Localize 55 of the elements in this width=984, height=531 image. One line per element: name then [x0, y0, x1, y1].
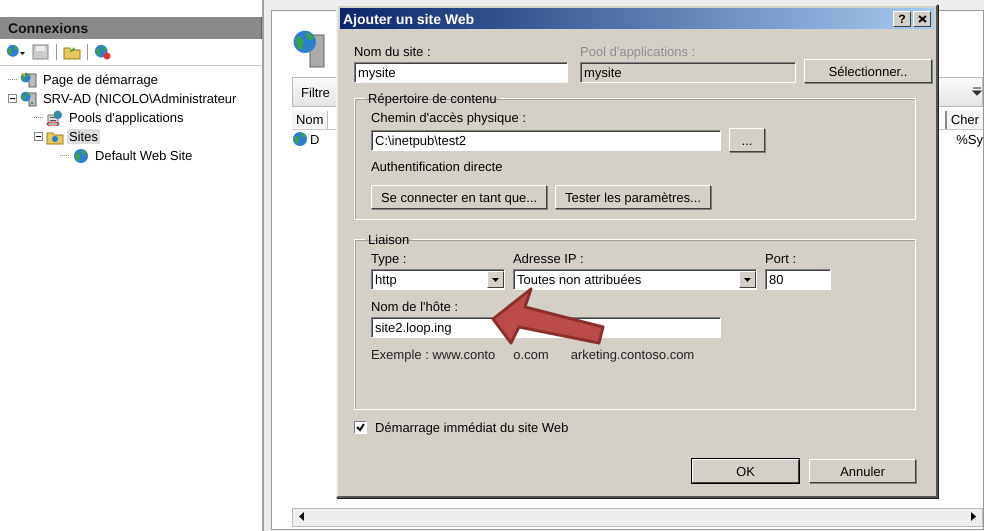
field-label: Nom du site : [354, 44, 432, 59]
field-label: Nom de l'hôte : [371, 299, 460, 314]
field-label: Chemin d'accès physique : [371, 110, 527, 125]
tree-item[interactable]: Page de démarrage [41, 72, 160, 87]
action-button[interactable]: Tester les paramètres... [555, 185, 711, 209]
disconnect-globe-icon[interactable] [94, 44, 112, 60]
site-name-field[interactable]: mysite [354, 62, 568, 83]
check-icon [356, 423, 365, 432]
save-icon[interactable] [32, 44, 50, 60]
dialog-button[interactable]: Annuler [809, 459, 916, 483]
example-text: o.com [513, 347, 549, 362]
auth-label: Authentification directe [371, 159, 504, 174]
select-button[interactable]: Sélectionner.. [804, 59, 932, 83]
globe-icon [292, 131, 308, 147]
panel-title: Connexions [0, 17, 262, 39]
field-label: Port : [765, 251, 798, 266]
globe-icon [72, 148, 90, 164]
close-button[interactable] [913, 10, 931, 26]
checkbox-label: Démarrage immédiat du site Web [375, 420, 568, 435]
action-button[interactable]: Se connecter en tant que... [371, 185, 548, 209]
filter-label[interactable]: Filtre [301, 84, 330, 100]
group-title: Liaison [367, 232, 410, 247]
checkbox[interactable] [354, 421, 367, 434]
ip-dropdown[interactable]: Toutes non attribuées [513, 269, 757, 290]
close-icon[interactable] [918, 14, 926, 22]
dropdown-arrow-icon[interactable] [744, 278, 751, 282]
column-header[interactable]: Cher [944, 111, 983, 129]
dropdown-icon[interactable] [972, 87, 982, 97]
field-label: Pool d'applications : [580, 44, 696, 59]
tree-item[interactable]: Pools d'applications [67, 110, 186, 125]
port-field[interactable]: 80 [765, 269, 831, 290]
tree-item[interactable]: SRV-AD (NICOLO\Administrateur [41, 91, 238, 106]
group-title: Répertoire de contenu [367, 91, 498, 106]
window-title: Ajouter un site Web [343, 10, 474, 26]
dialog-button[interactable]: OK [692, 459, 799, 483]
app-pool-icon [46, 110, 64, 126]
tree-item[interactable]: Sites [67, 129, 100, 144]
server-globe-icon [20, 90, 38, 106]
type-dropdown[interactable]: http [371, 269, 505, 290]
table-cell: D [310, 132, 320, 146]
browse-button[interactable]: ... [729, 128, 765, 152]
collapse-toggle[interactable] [8, 94, 17, 103]
server-globe-icon [20, 72, 38, 88]
path-field[interactable]: C:\inetpub\test2 [371, 130, 721, 150]
horizontal-scrollbar[interactable] [292, 508, 983, 527]
tree-item[interactable]: Default Web Site [93, 148, 194, 163]
collapse-toggle[interactable] [34, 132, 43, 141]
field-label: Type : [371, 251, 408, 266]
dropdown-arrow-icon[interactable] [492, 278, 499, 282]
column-header[interactable]: Nom [292, 111, 328, 129]
example-text: arketing.contoso.com [570, 347, 694, 362]
help-button[interactable]: ? [893, 10, 911, 26]
example-text: Exemple : www.conto [371, 347, 496, 362]
table-cell: %Sy [956, 132, 983, 146]
field-label: Adresse IP : [513, 251, 585, 266]
